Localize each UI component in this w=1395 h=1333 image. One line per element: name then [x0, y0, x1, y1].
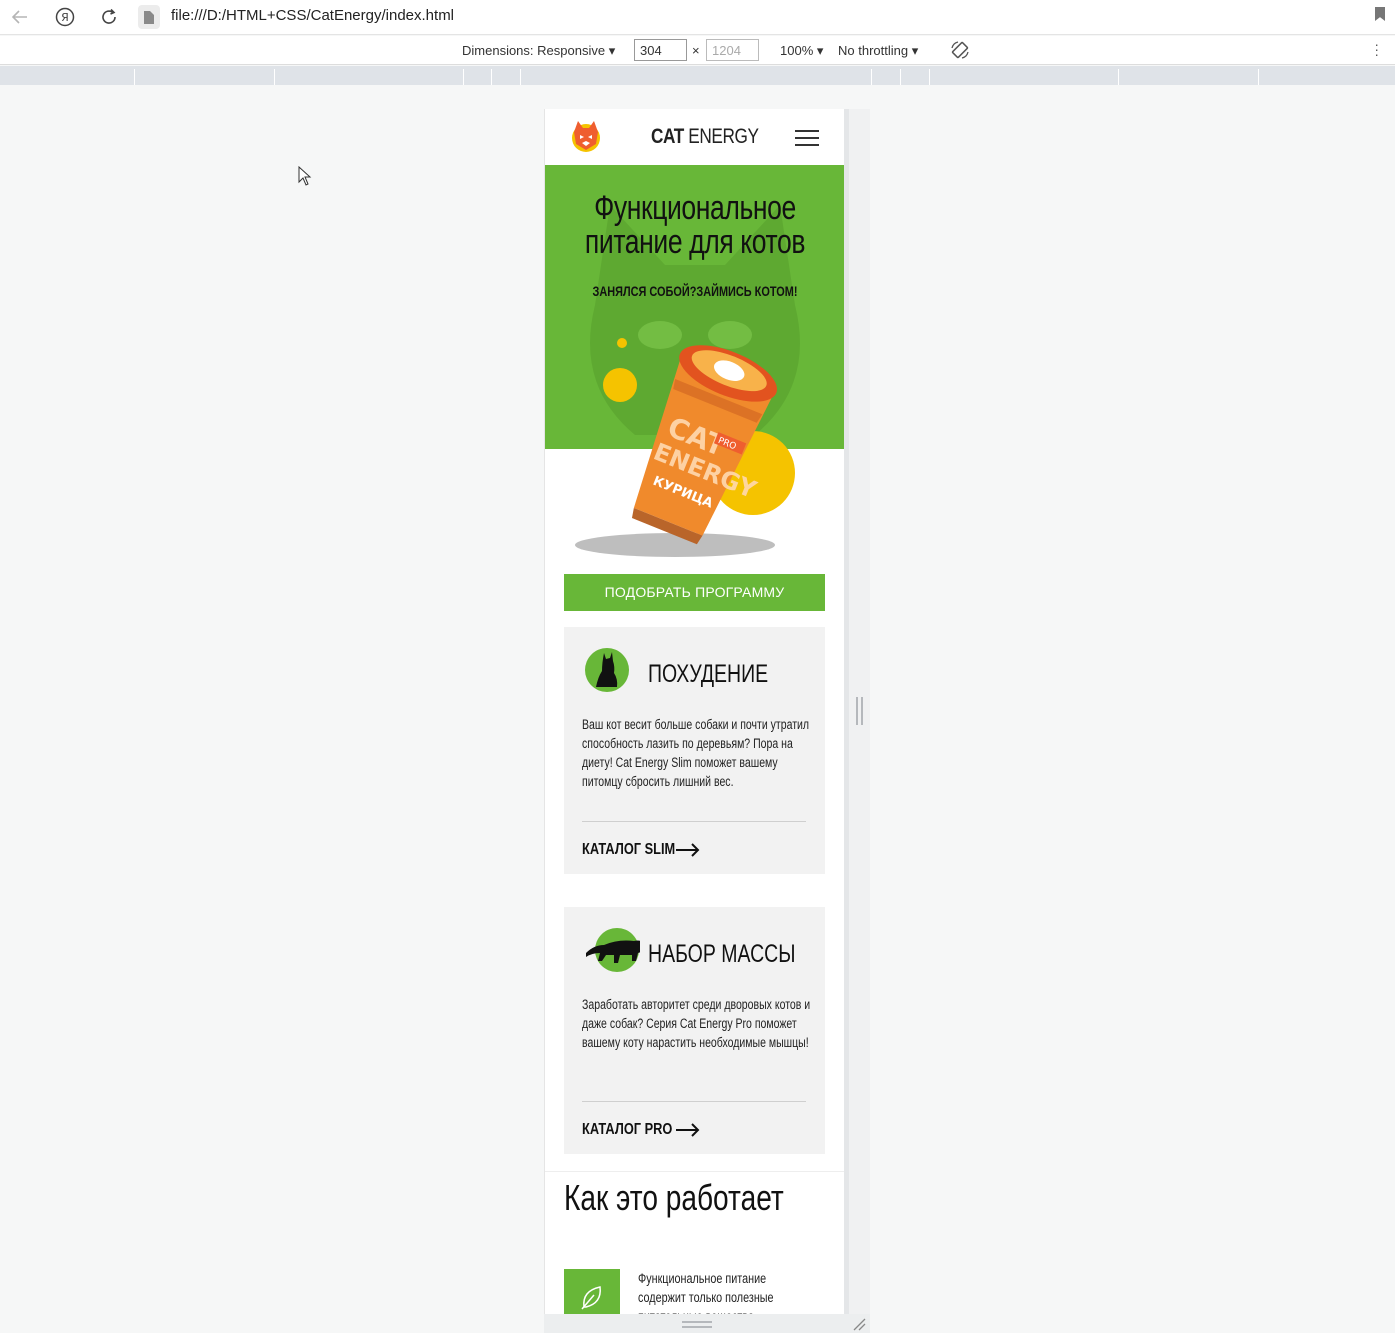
card-divider	[582, 1101, 806, 1102]
catalog-pro-link[interactable]: КАТАЛОГ PRO	[582, 1121, 672, 1139]
resize-handle-right[interactable]	[856, 697, 863, 725]
program-card-pro: НАБОР МАССЫ Заработать авторитет среди д…	[564, 907, 825, 1154]
brand-bold: CAT	[651, 125, 684, 148]
reload-icon	[102, 8, 116, 24]
file-icon[interactable]	[138, 5, 160, 29]
hero-subtitle: ЗАНЯЛСЯ СОБОЙ?ЗАЙМИСЬ КОТОМ!	[592, 283, 798, 299]
cat-logo-icon[interactable]	[569, 120, 603, 152]
catalog-slim-link[interactable]: КАТАЛОГ SLIM	[582, 841, 675, 859]
resize-handle-bottom[interactable]	[682, 1321, 712, 1328]
sitting-cat-icon	[585, 648, 629, 692]
how-it-works-title: Как это работает	[564, 1177, 784, 1218]
card-description: Заработать авторитет среди дворовых кото…	[582, 997, 811, 1050]
dimensions-dropdown[interactable]: Dimensions: Responsive ▾	[462, 43, 615, 59]
site-header: CAT ENERGY	[545, 109, 844, 165]
throttling-label: No throttling	[838, 43, 909, 58]
card-title: ПОХУДЕНИЕ	[648, 660, 769, 688]
yandex-glyph: Я	[61, 10, 69, 24]
width-input[interactable]: 304	[634, 39, 687, 61]
caret-down-icon: ▾	[608, 43, 616, 58]
product-jar-image: CAT ENERGY PRO КУРИЦА	[575, 338, 795, 557]
burger-menu-icon[interactable]	[795, 130, 819, 146]
rotate-icon[interactable]	[950, 40, 970, 60]
times-sign: ×	[692, 43, 700, 58]
caret-down-icon: ▾	[816, 43, 824, 58]
height-input[interactable]: 1204	[706, 39, 759, 61]
card-divider	[582, 821, 806, 822]
card-title: НАБОР МАССЫ	[648, 940, 796, 968]
site-brand[interactable]: CAT ENERGY	[651, 125, 759, 149]
zoom-dropdown[interactable]: 100% ▾	[780, 43, 823, 59]
resize-corner-icon[interactable]	[852, 1317, 866, 1331]
zoom-label: 100%	[780, 43, 814, 58]
bookmark-icon[interactable]	[1375, 7, 1385, 21]
throttling-dropdown[interactable]: No throttling ▾	[838, 43, 918, 59]
mouse-cursor-icon	[298, 166, 312, 186]
program-card-slim: ПОХУДЕНИЕ Ваш кот весит больше собаки и …	[564, 627, 825, 874]
step-description: Функциональное питание содержит только п…	[638, 1271, 774, 1314]
select-program-button[interactable]: ПОДОБРАТЬ ПРОГРАММУ	[564, 574, 825, 611]
arrow-right-icon[interactable]	[676, 1123, 700, 1137]
reload-button[interactable]	[95, 4, 123, 30]
hero-title: Функциональное питание для котов	[584, 189, 806, 261]
brand-light: ENERGY	[683, 125, 759, 148]
dimensions-label: Dimensions: Responsive	[462, 43, 606, 58]
address-bar[interactable]: file:///D:/HTML+CSS/CatEnergy/index.html	[171, 7, 454, 24]
card-description: Ваш кот весит больше собаки и почти утра…	[582, 717, 810, 789]
arrow-left-icon	[12, 10, 27, 24]
back-button[interactable]	[6, 4, 34, 30]
step-icon-box	[564, 1269, 620, 1314]
device-viewport: CAT ENERGY Функциональное питание для ко…	[544, 109, 844, 1314]
device-toolbar: Dimensions: Responsive ▾ 304 × 1204 100%…	[0, 36, 1395, 65]
caret-down-icon: ▾	[911, 43, 919, 58]
browser-toolbar: Я file:///D:/HTML+CSS/CatEnergy/index.ht…	[0, 0, 1395, 35]
leaf-icon	[581, 1286, 601, 1310]
panther-icon	[586, 928, 640, 972]
yandex-button[interactable]: Я	[51, 4, 79, 30]
more-options-icon[interactable]: · · ·	[1374, 37, 1379, 61]
section-divider	[545, 1171, 844, 1172]
arrow-right-icon[interactable]	[676, 843, 700, 857]
media-query-ruler	[0, 66, 1395, 85]
